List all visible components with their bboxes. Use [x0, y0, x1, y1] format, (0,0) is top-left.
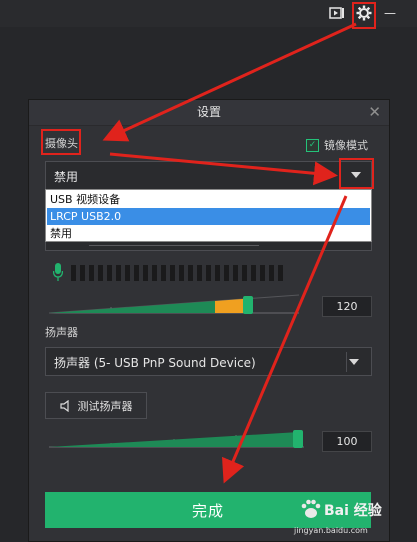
arrow-to-done: [222, 195, 348, 484]
annotation-arrows: [102, 22, 357, 484]
paw-logo-icon: [301, 499, 321, 518]
watermark-brand: Bai 经验: [324, 503, 382, 519]
arrow-camera-to-dropdown: [109, 152, 338, 186]
watermark-url: jingyan.baidu.com: [294, 526, 368, 535]
watermark: Bai 经验 jingyan.baidu.com: [294, 496, 412, 540]
arrow-gear-to-camera: [102, 22, 357, 142]
